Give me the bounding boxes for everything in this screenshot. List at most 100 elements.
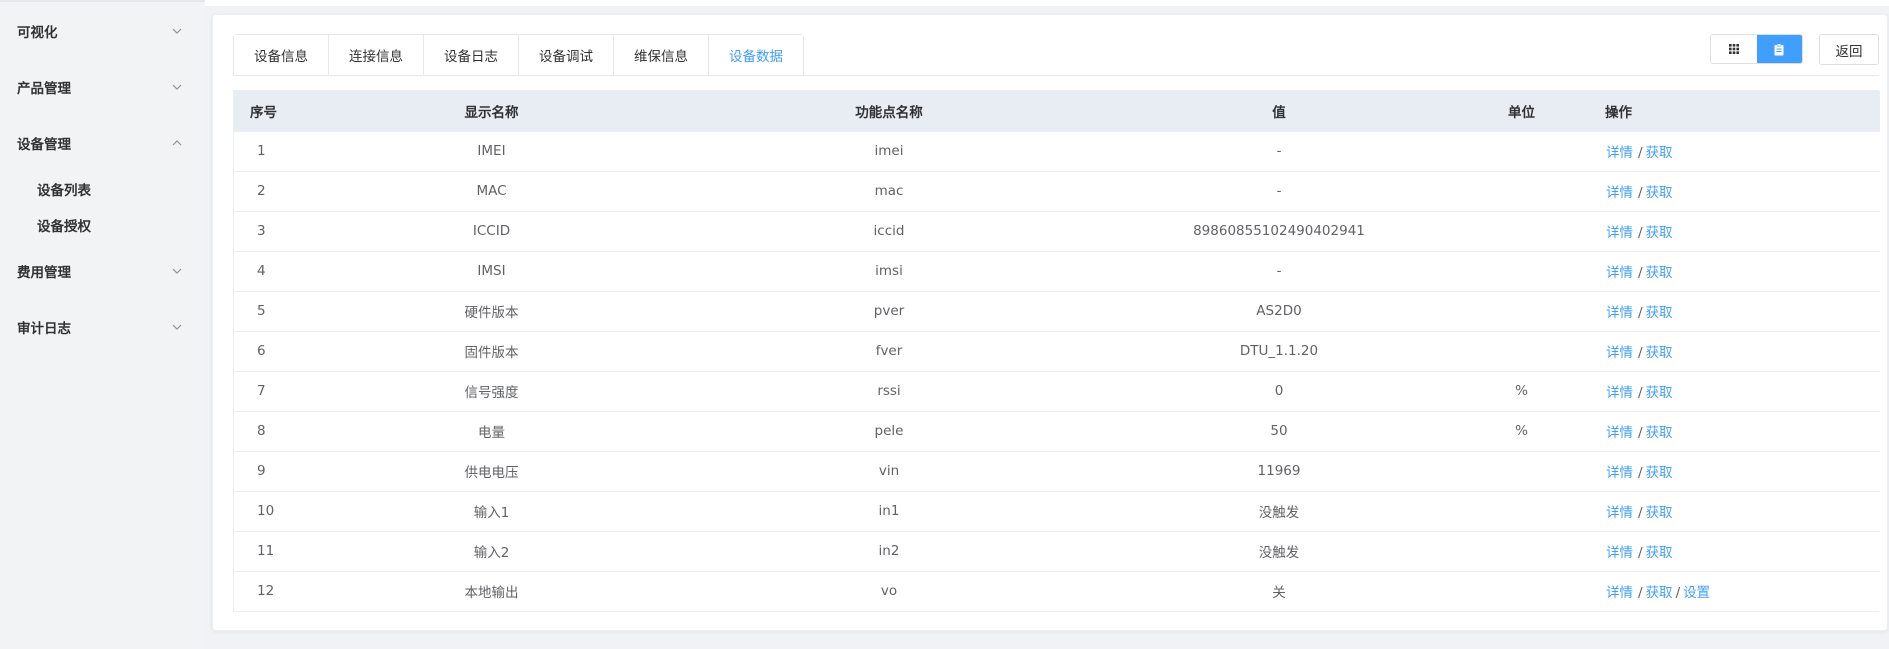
menu-group-devices[interactable]: 设备管理 bbox=[0, 123, 205, 163]
cell-function-name: pele bbox=[689, 411, 1089, 452]
detail-link[interactable]: 详情 bbox=[1606, 585, 1633, 601]
cell-value: 0 bbox=[1089, 371, 1469, 412]
fetch-link[interactable]: 获取 bbox=[1646, 305, 1673, 321]
cell-display-name: IMSI bbox=[294, 251, 689, 292]
fetch-link[interactable]: 获取 bbox=[1646, 505, 1673, 521]
menu-group-billing[interactable]: 费用管理 bbox=[0, 251, 205, 291]
grid-view-button[interactable] bbox=[1711, 35, 1757, 63]
tab-maintenance-info[interactable]: 维保信息 bbox=[614, 35, 709, 75]
fetch-link[interactable]: 获取 bbox=[1646, 425, 1673, 441]
sidebar-item-device-authorization[interactable]: 设备授权 bbox=[0, 209, 205, 241]
menu-group-label: 可视化 bbox=[17, 25, 58, 41]
view-toggle bbox=[1710, 34, 1803, 64]
cell-actions: 详情 / 获取 bbox=[1574, 331, 1880, 372]
table-row: 12 本地输出 vo 关详情 / 获取 / 设置 bbox=[234, 571, 1880, 611]
cell-display-name: 硬件版本 bbox=[294, 291, 689, 332]
fetch-link[interactable]: 获取 bbox=[1646, 265, 1673, 281]
set-link[interactable]: 设置 bbox=[1683, 585, 1710, 601]
fetch-link[interactable]: 获取 bbox=[1646, 345, 1673, 361]
cell-actions: 详情 / 获取 bbox=[1574, 371, 1880, 412]
sidebar: 可视化 产品管理 设备管理 设备列表 设备授权 费用管理 审计日志 bbox=[0, 0, 205, 649]
cell-display-name: MAC bbox=[294, 171, 689, 212]
chevron-down-icon bbox=[172, 84, 182, 90]
table-row: 4 IMSI imsi - 详情 / 获取 bbox=[234, 251, 1880, 292]
fetch-link[interactable]: 获取 bbox=[1646, 585, 1673, 601]
table-row: 6 固件版本 fver DTU_1.1.20 详情 / 获取 bbox=[234, 331, 1880, 372]
fetch-link[interactable]: 获取 bbox=[1646, 465, 1673, 481]
detail-link[interactable]: 详情 bbox=[1606, 265, 1633, 281]
detail-link[interactable]: 详情 bbox=[1606, 345, 1633, 361]
cell-actions: 详情 / 获取 bbox=[1574, 131, 1880, 172]
detail-link[interactable]: 详情 bbox=[1606, 145, 1633, 161]
separator: / bbox=[1638, 185, 1643, 201]
cell-value: 没触发 bbox=[1089, 491, 1469, 532]
cell-value: - bbox=[1089, 251, 1469, 292]
cell-index: 9 bbox=[234, 451, 294, 492]
separator: / bbox=[1638, 425, 1643, 441]
cell-index: 5 bbox=[234, 291, 294, 332]
detail-link[interactable]: 详情 bbox=[1606, 185, 1633, 201]
sidebar-item-label: 设备列表 bbox=[37, 183, 91, 199]
cell-unit bbox=[1469, 171, 1574, 212]
cell-index: 7 bbox=[234, 371, 294, 412]
separator: / bbox=[1638, 385, 1643, 401]
detail-link[interactable]: 详情 bbox=[1606, 225, 1633, 241]
menu-group-label: 审计日志 bbox=[17, 321, 71, 337]
cell-value: DTU_1.1.20 bbox=[1089, 331, 1469, 372]
menu-group-products[interactable]: 产品管理 bbox=[0, 67, 205, 107]
cell-index: 10 bbox=[234, 491, 294, 532]
detail-link[interactable]: 详情 bbox=[1606, 425, 1633, 441]
detail-link[interactable]: 详情 bbox=[1606, 305, 1633, 321]
table-header-row: 序号 显示名称 功能点名称 值 单位 操作 bbox=[234, 91, 1880, 132]
cell-function-name: imsi bbox=[689, 251, 1089, 292]
fetch-link[interactable]: 获取 bbox=[1646, 385, 1673, 401]
tab-connection-info[interactable]: 连接信息 bbox=[329, 35, 424, 75]
cell-actions: 详情 / 获取 / 设置 bbox=[1574, 571, 1880, 611]
tab-label: 连接信息 bbox=[349, 49, 403, 65]
cell-display-name: ICCID bbox=[294, 211, 689, 252]
menu-group-audit-log[interactable]: 审计日志 bbox=[0, 307, 205, 347]
tab-device-log[interactable]: 设备日志 bbox=[424, 35, 519, 75]
table-row: 10 输入1 in1 没触发 详情 / 获取 bbox=[234, 491, 1880, 532]
tab-device-info[interactable]: 设备信息 bbox=[234, 35, 329, 75]
cell-function-name: vin bbox=[689, 451, 1089, 492]
sidebar-item-label: 设备授权 bbox=[37, 219, 91, 235]
cell-function-name: iccid bbox=[689, 211, 1089, 252]
menu-group-visualization[interactable]: 可视化 bbox=[0, 11, 205, 51]
separator: / bbox=[1638, 305, 1643, 321]
separator: / bbox=[1638, 465, 1643, 481]
data-table: 序号 显示名称 功能点名称 值 单位 操作 1 IMEI imei - 详情 / 获取 2 MA… bbox=[233, 90, 1880, 612]
fetch-link[interactable]: 获取 bbox=[1646, 145, 1673, 161]
cell-index: 2 bbox=[234, 171, 294, 212]
chevron-up-icon bbox=[172, 140, 182, 146]
fetch-link[interactable]: 获取 bbox=[1646, 545, 1673, 561]
fetch-link[interactable]: 获取 bbox=[1646, 225, 1673, 241]
detail-link[interactable]: 详情 bbox=[1606, 465, 1633, 481]
detail-link[interactable]: 详情 bbox=[1606, 505, 1633, 521]
chevron-down-icon bbox=[172, 324, 182, 330]
separator: / bbox=[1638, 345, 1643, 361]
list-view-button[interactable] bbox=[1756, 35, 1802, 63]
header-unit: 单位 bbox=[1469, 91, 1574, 132]
table-row: 7 信号强度 rssi 0% 详情 / 获取 bbox=[234, 371, 1880, 412]
cell-index: 11 bbox=[234, 531, 294, 572]
back-button[interactable]: 返回 bbox=[1819, 34, 1879, 65]
separator: / bbox=[1638, 265, 1643, 281]
detail-link[interactable]: 详情 bbox=[1606, 385, 1633, 401]
tab-device-data[interactable]: 设备数据 bbox=[709, 35, 803, 75]
cell-index: 3 bbox=[234, 211, 294, 252]
cell-display-name: 供电电压 bbox=[294, 451, 689, 492]
separator: / bbox=[1675, 585, 1681, 602]
detail-link[interactable]: 详情 bbox=[1606, 545, 1633, 561]
cell-index: 6 bbox=[234, 331, 294, 372]
sidebar-item-device-list[interactable]: 设备列表 bbox=[0, 173, 205, 205]
tab-device-debug[interactable]: 设备调试 bbox=[519, 35, 614, 75]
header-value: 值 bbox=[1089, 91, 1469, 132]
cell-display-name: 电量 bbox=[294, 411, 689, 452]
fetch-link[interactable]: 获取 bbox=[1646, 185, 1673, 201]
cell-display-name: 信号强度 bbox=[294, 371, 689, 412]
menu-group-label: 产品管理 bbox=[17, 81, 71, 97]
cell-actions: 详情 / 获取 bbox=[1574, 411, 1880, 452]
cell-actions: 详情 / 获取 bbox=[1574, 291, 1880, 332]
tab-label: 设备调试 bbox=[539, 49, 593, 65]
